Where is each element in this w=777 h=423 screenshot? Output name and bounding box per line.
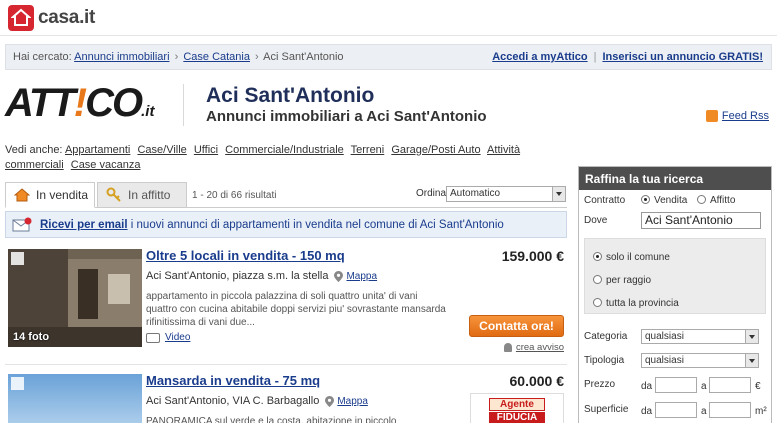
rss-icon — [705, 110, 718, 122]
listing-title[interactable]: Mansarda in vendita - 75 mq — [146, 373, 320, 388]
page-title: Aci Sant'Antonio — [206, 84, 375, 107]
account-links: Accedi a myAttico | Inserisci un annuncio … — [492, 51, 763, 63]
related-commerciale[interactable]: Commerciale/Industriale — [225, 144, 344, 156]
listing-photo[interactable] — [8, 374, 142, 423]
related-appartamenti[interactable]: Appartamenti — [65, 144, 130, 156]
superficie-da-label: da — [641, 406, 653, 417]
agency-logo[interactable]: Agente FIDUCIA — [470, 393, 564, 423]
superficie-min-input[interactable] — [655, 402, 697, 418]
breadcrumb-current: Aci Sant'Antonio — [263, 51, 344, 63]
euro-unit: € — [755, 381, 761, 392]
chevron-down-icon — [745, 330, 758, 343]
bell-icon — [503, 343, 512, 352]
mq-unit: m² — [755, 406, 767, 417]
map-pin-icon — [334, 270, 344, 282]
related-links: Vedi anche: Appartamenti Case/Ville Uffi… — [5, 143, 565, 173]
tipologia-label: Tipologia — [584, 355, 625, 366]
breadcrumb-sep: › — [174, 51, 179, 63]
scope-comune[interactable]: solo il comune — [593, 252, 670, 263]
contact-button[interactable]: Contatta ora! — [469, 315, 564, 337]
video-link[interactable]: Video — [146, 332, 190, 343]
related-label: Vedi anche: — [5, 144, 63, 156]
email-alert-bar[interactable]: Ricevi per email i nuovi annunci di appa… — [5, 211, 567, 238]
listing-photo[interactable]: 14 foto — [8, 249, 142, 347]
tab-in-affitto[interactable]: In affitto — [97, 182, 187, 208]
prezzo-min-input[interactable] — [655, 377, 697, 393]
results-count: 1 - 20 di 66 risultati — [192, 190, 277, 201]
breadcrumb-catania[interactable]: Case Catania — [183, 51, 250, 63]
home-icon — [14, 188, 30, 202]
create-alert-link[interactable]: crea avviso — [503, 342, 564, 353]
myattico-link[interactable]: Accedi a myAttico — [492, 51, 587, 63]
page-subtitle: Annunci immobiliari a Aci Sant'Antonio — [206, 108, 487, 125]
listing-item: 14 foto Oltre 5 locali in vendita - 150 … — [5, 243, 567, 365]
related-case-vacanza[interactable]: Case vacanza — [71, 159, 141, 171]
photo-count: 14 foto — [13, 331, 50, 343]
radio-affitto[interactable] — [697, 195, 706, 204]
breadcrumb-bar: Hai cercato: Annunci immobiliari › Case … — [5, 44, 772, 70]
listing-description: PANORAMICA sul verde e la costa, abitazi… — [146, 416, 397, 423]
categoria-label: Categoria — [584, 331, 628, 342]
listing-description: appartamento in piccola palazzina di sol… — [146, 291, 446, 328]
refine-search-panel: Raffina la tua ricerca Contratto Vendita… — [578, 166, 772, 423]
house-icon — [8, 5, 34, 31]
prezzo-label: Prezzo — [584, 379, 616, 390]
superficie-label: Superficie — [584, 404, 629, 415]
breadcrumb-annunci[interactable]: Annunci immobiliari — [74, 51, 169, 63]
listing-price: 60.000 € — [509, 373, 565, 389]
related-garage[interactable]: Garage/Posti Auto — [391, 144, 480, 156]
breadcrumb-prefix: Hai cercato: — [13, 51, 72, 63]
prezzo-a-label: a — [701, 381, 707, 392]
listing-item: Mansarda in vendita - 75 mq 60.000 € Aci… — [5, 368, 567, 423]
brand-name: casa.it — [38, 7, 96, 28]
categoria-select[interactable]: qualsiasi — [641, 329, 759, 344]
scope-options: solo il comune per raggio tutta la provi… — [584, 238, 766, 314]
superficie-a-label: a — [701, 406, 707, 417]
contract-affitto[interactable]: Affitto — [697, 195, 735, 206]
map-link[interactable]: Mappa — [337, 396, 368, 407]
contract-row: Contratto — [584, 195, 626, 206]
related-terreni[interactable]: Terreni — [351, 144, 385, 156]
refine-title: Raffina la tua ricerca — [579, 167, 771, 190]
prezzo-max-input[interactable] — [709, 377, 751, 393]
video-icon — [146, 332, 160, 343]
email-alert-link[interactable]: Ricevi per email — [40, 219, 128, 231]
listing-address: Aci Sant'Antonio, piazza s.m. la stella … — [146, 270, 378, 282]
star-icon[interactable] — [11, 252, 24, 265]
mail-icon — [12, 217, 32, 232]
feed-rss-link[interactable]: Feed Rss — [705, 110, 769, 122]
order-select[interactable]: Automatico — [446, 186, 566, 202]
breadcrumb: Hai cercato: Annunci immobiliari › Case … — [13, 51, 344, 63]
scope-provincia[interactable]: tutta la provincia — [593, 298, 679, 309]
map-pin-icon — [325, 395, 335, 407]
related-case-ville[interactable]: Case/Ville — [137, 144, 186, 156]
location-input[interactable]: Aci Sant'Antonio — [641, 212, 761, 229]
attico-logo[interactable]: ATT!CO.it — [5, 80, 175, 126]
tipologia-select[interactable]: qualsiasi — [641, 353, 759, 368]
insert-listing-link[interactable]: Inserisci un annuncio GRATIS! — [602, 51, 763, 63]
dove-label: Dove — [584, 215, 608, 226]
contract-vendita[interactable]: Vendita — [641, 195, 687, 206]
listing-address: Aci Sant'Antonio, VIA C. Barbagallo Mapp… — [146, 395, 368, 407]
top-bar: casa.it — [0, 0, 777, 36]
chevron-down-icon — [745, 354, 758, 367]
listing-price: 159.000 € — [501, 248, 564, 264]
chevron-down-icon — [552, 187, 565, 201]
key-icon — [106, 187, 121, 202]
casa-logo[interactable]: casa.it — [8, 5, 95, 31]
scope-raggio[interactable]: per raggio — [593, 275, 651, 286]
star-icon[interactable] — [11, 377, 24, 390]
order-label: Ordina — [416, 188, 447, 199]
breadcrumb-sep: › — [255, 51, 259, 63]
map-link[interactable]: Mappa — [346, 271, 377, 282]
prezzo-da-label: da — [641, 381, 653, 392]
related-uffici[interactable]: Uffici — [194, 144, 218, 156]
superficie-max-input[interactable] — [709, 402, 751, 418]
radio-vendita[interactable] — [641, 195, 650, 204]
tab-in-vendita[interactable]: In vendita — [5, 182, 95, 208]
listing-title[interactable]: Oltre 5 locali in vendita - 150 mq — [146, 248, 345, 263]
header-divider — [183, 84, 184, 126]
